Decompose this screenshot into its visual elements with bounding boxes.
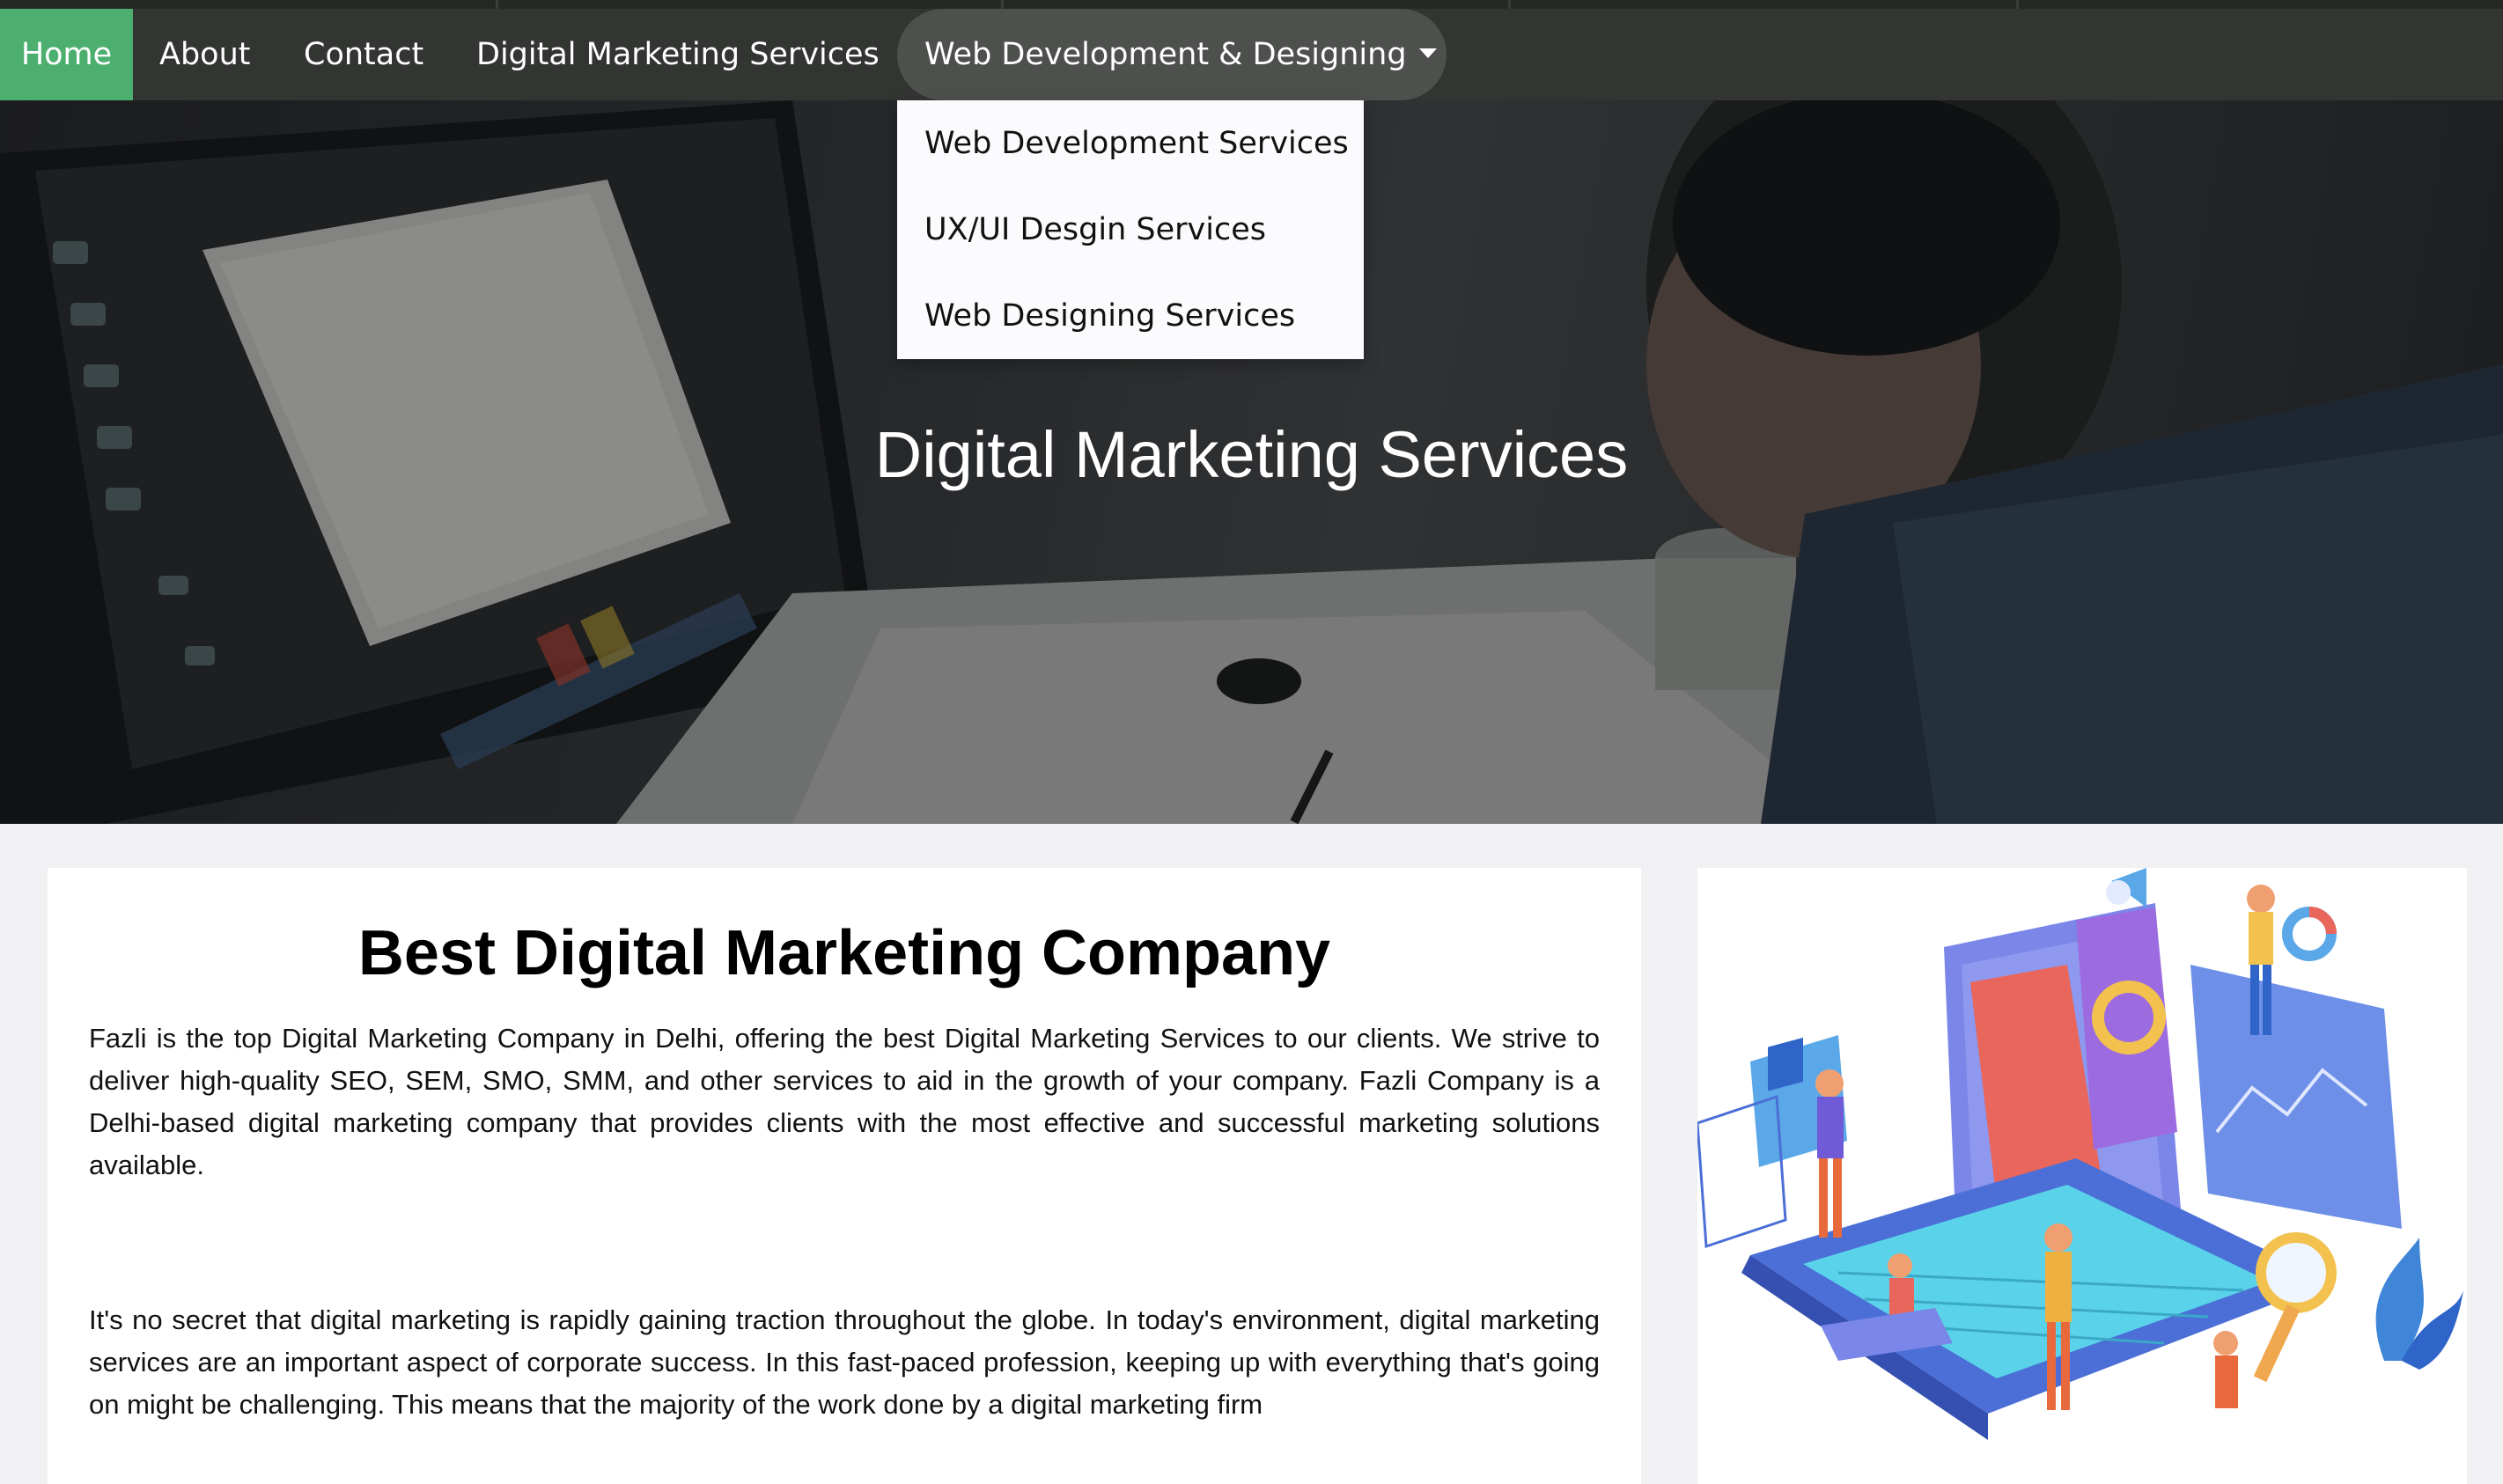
content-card: Best Digital Marketing Company Fazli is … xyxy=(48,868,1641,1484)
nav-home-link[interactable]: Home xyxy=(0,9,133,100)
nav-about-link[interactable]: About xyxy=(159,9,250,100)
isometric-laptop-illustration xyxy=(1697,868,2463,1440)
intro-paragraph: Fazli is the top Digital Marketing Compa… xyxy=(89,1023,1600,1180)
browser-top-strip xyxy=(0,0,2503,9)
dropdown-item-ux-ui-design[interactable]: UX/UI Desgin Services xyxy=(924,187,1266,273)
dropdown-item-web-designing[interactable]: Web Designing Services xyxy=(924,273,1295,359)
main-navbar: Home About Contact Digital Marketing Ser… xyxy=(0,9,2503,100)
nav-web-development-dropdown[interactable]: Web Development & Designing xyxy=(897,9,1447,100)
nav-dropdown-label: Web Development & Designing xyxy=(924,37,1407,72)
hero-title: Digital Marketing Services xyxy=(874,418,1629,491)
nav-digital-marketing-link[interactable]: Digital Marketing Services xyxy=(476,9,880,100)
second-paragraph: It's no secret that digital marketing is… xyxy=(89,1304,1600,1420)
dropdown-item-web-development[interactable]: Web Development Services xyxy=(924,100,1349,187)
digital-marketing-illustration xyxy=(1697,868,2467,1484)
nav-contact-link[interactable]: Contact xyxy=(304,9,423,100)
caret-down-icon xyxy=(1418,48,1437,58)
web-development-dropdown-menu: Web Development Services UX/UI Desgin Se… xyxy=(897,100,1364,359)
content-heading: Best Digital Marketing Company xyxy=(357,918,1331,988)
